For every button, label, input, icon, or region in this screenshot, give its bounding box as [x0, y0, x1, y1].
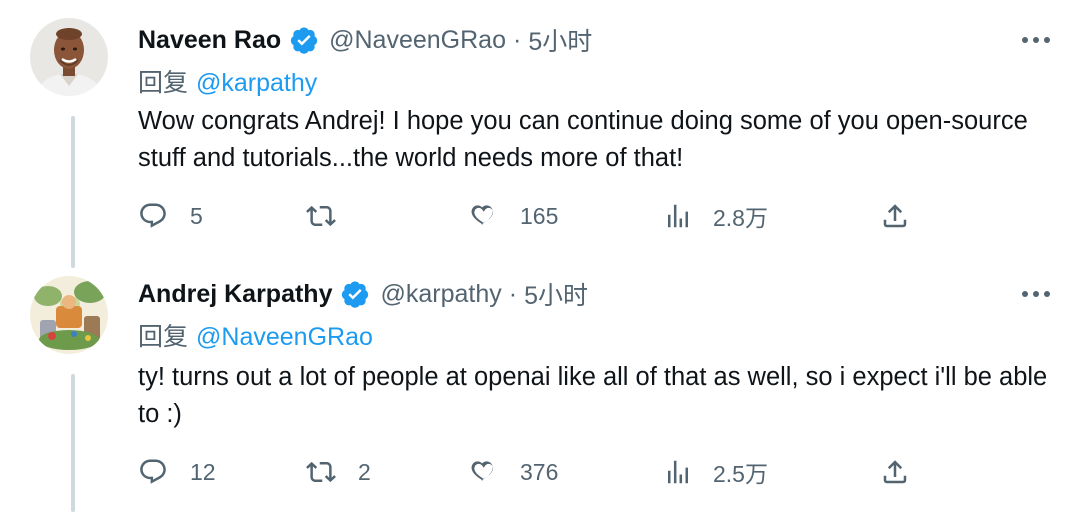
avatar-illustration: [30, 276, 108, 354]
tweet-actions: 5 165 2.8万: [138, 196, 918, 236]
reply-mention-link[interactable]: @NaveenGRao: [196, 323, 373, 351]
share-icon: [883, 204, 907, 228]
views-count: 2.8万: [713, 205, 768, 231]
more-icon[interactable]: [1016, 282, 1056, 306]
timestamp[interactable]: 5小时: [528, 22, 592, 58]
reply-count: 12: [190, 458, 216, 485]
tweet-text: Wow congrats Andrej! I hope you can cont…: [138, 107, 1028, 172]
retweet-count: 2: [358, 458, 371, 485]
retweet-icon: [306, 461, 336, 483]
like-button[interactable]: 165: [468, 196, 558, 236]
reply-button[interactable]: 5: [138, 196, 203, 236]
retweet-icon: [306, 205, 336, 227]
tweet-karpathy[interactable]: Andrej Karpathy @karpathy · 5小时 回复 @Navee…: [0, 256, 1080, 512]
author-name[interactable]: Naveen Rao: [138, 26, 281, 55]
retweet-button[interactable]: 2: [306, 452, 371, 492]
author-name[interactable]: Andrej Karpathy: [138, 280, 332, 309]
author-handle[interactable]: @NaveenGRao: [329, 26, 506, 55]
thread-line: [71, 374, 75, 512]
timestamp[interactable]: 5小时: [524, 276, 588, 312]
tweet-text: ty! turns out a lot of people at openai …: [138, 363, 1048, 428]
tweet-header: Andrej Karpathy @karpathy · 5小时: [138, 274, 588, 314]
tweet-header: Naveen Rao @NaveenGRao · 5小时: [138, 20, 592, 60]
reply-mention-link[interactable]: @karpathy: [196, 69, 317, 97]
retweet-button[interactable]: [306, 196, 358, 236]
avatar[interactable]: [30, 276, 108, 354]
reply-prefix: 回复: [138, 323, 189, 351]
tweet-actions: 12 2 376 2.5万: [138, 452, 918, 492]
views-button[interactable]: 2.5万: [663, 452, 768, 492]
views-count: 2.5万: [713, 461, 768, 487]
share-icon: [883, 460, 907, 484]
views-icon: [668, 204, 688, 228]
author-handle[interactable]: @karpathy: [380, 280, 501, 309]
heart-icon: [471, 205, 494, 225]
reply-prefix: 回复: [138, 69, 189, 97]
like-button[interactable]: 376: [468, 452, 558, 492]
reply-count: 5: [190, 202, 203, 229]
avatar-portrait: [30, 18, 108, 96]
share-button[interactable]: [880, 196, 910, 236]
reply-icon: [140, 459, 166, 484]
verified-badge-icon: [342, 281, 369, 308]
reply-button[interactable]: 12: [138, 452, 216, 492]
share-button[interactable]: [880, 452, 910, 492]
like-count: 165: [520, 202, 559, 229]
thread-line: [71, 116, 75, 268]
more-icon[interactable]: [1016, 28, 1056, 52]
avatar[interactable]: [30, 18, 108, 96]
heart-icon: [471, 461, 494, 481]
verified-badge-icon: [291, 27, 318, 54]
tweet-naveen[interactable]: Naveen Rao @NaveenGRao · 5小时 回复 @karpathy…: [0, 0, 1080, 268]
reply-icon: [140, 203, 166, 228]
replying-to: 回复 @NaveenGRao: [138, 317, 373, 353]
replying-to: 回复 @karpathy: [138, 63, 317, 99]
separator-dot: ·: [508, 279, 518, 308]
separator-dot: ·: [512, 25, 522, 54]
views-icon: [668, 460, 688, 484]
like-count: 376: [520, 458, 559, 485]
views-button[interactable]: 2.8万: [663, 196, 768, 236]
